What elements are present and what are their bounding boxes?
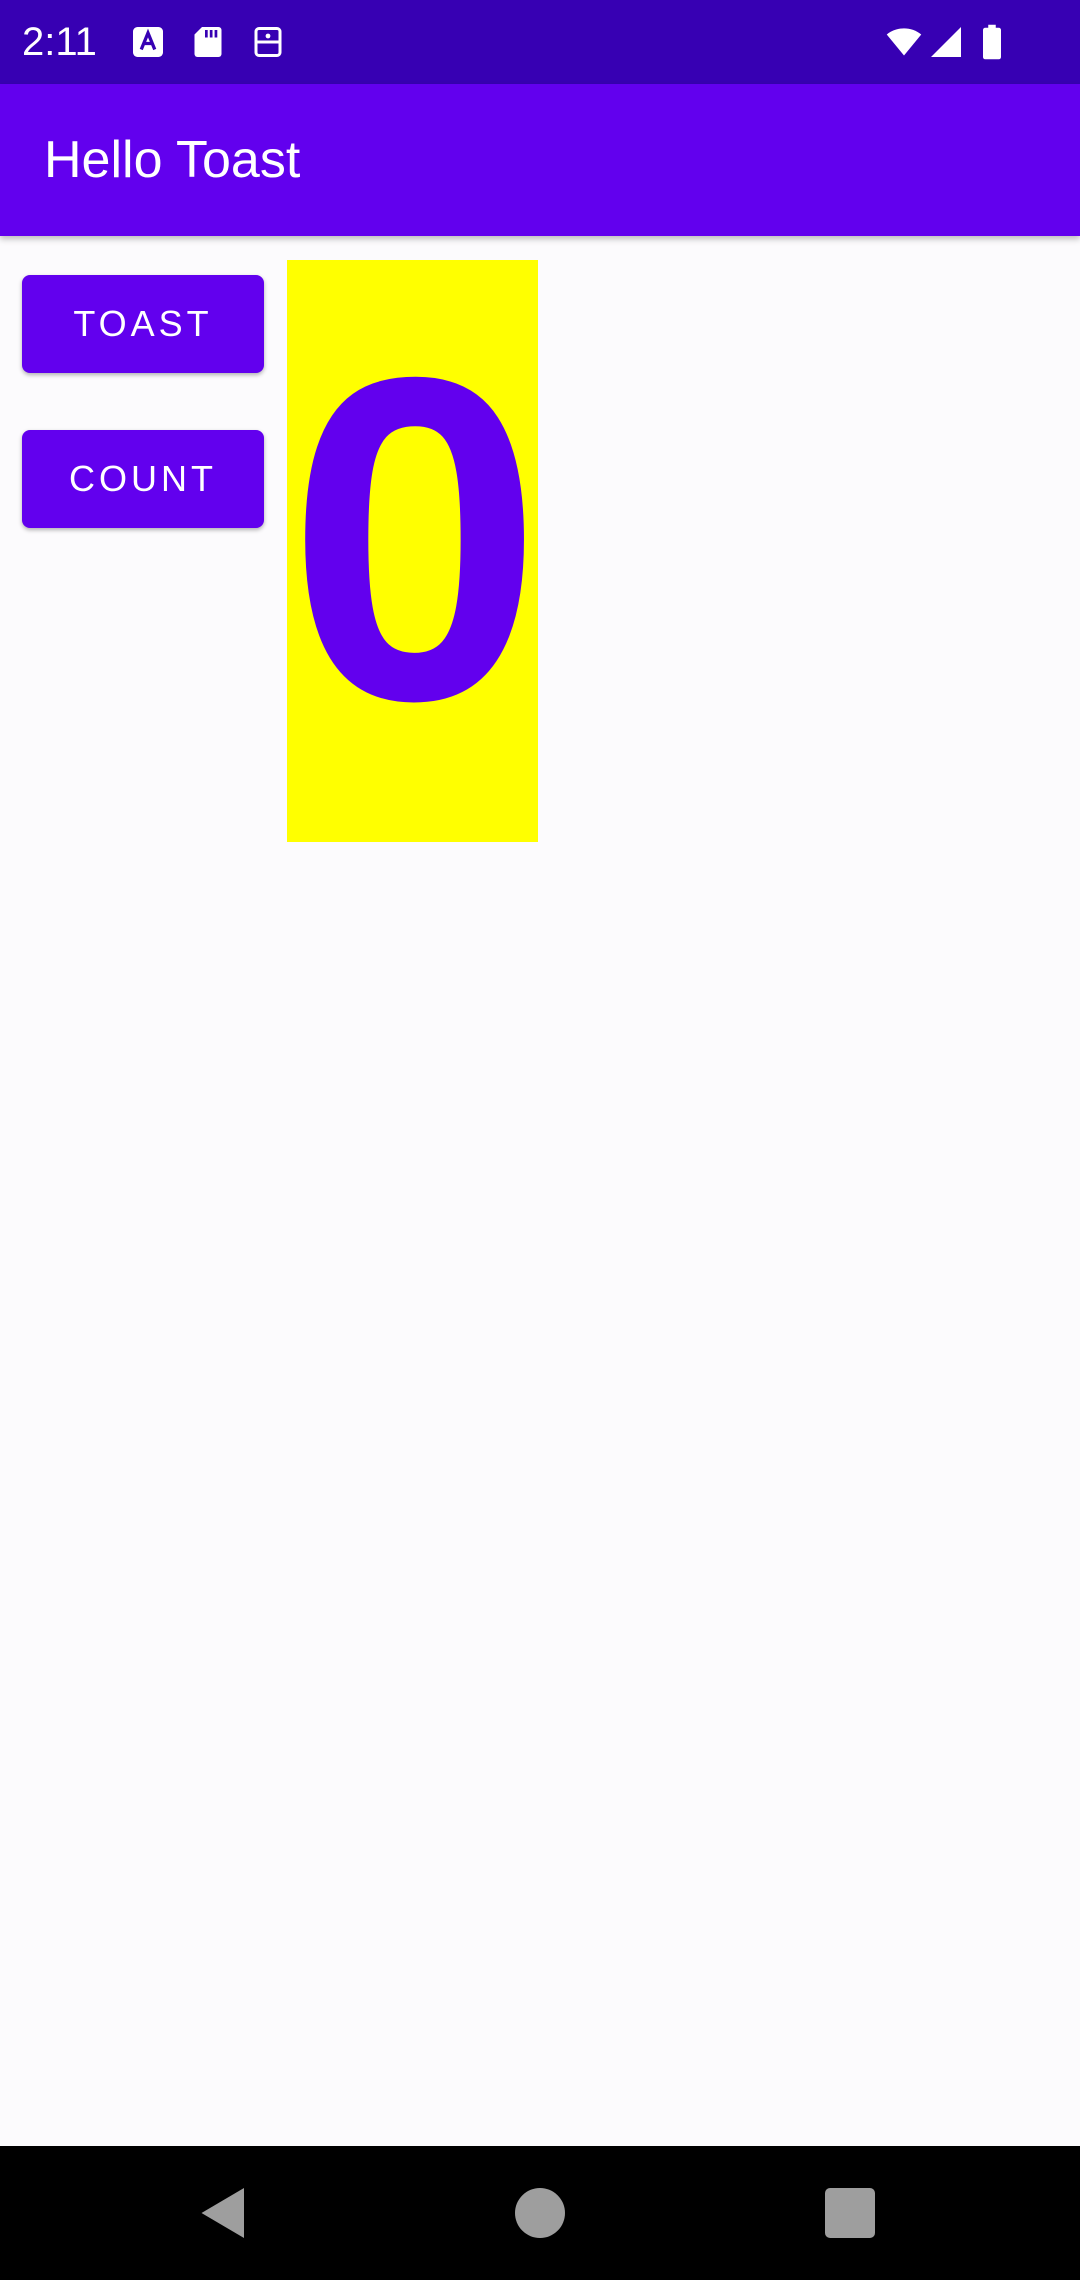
font-a-icon: [130, 24, 166, 60]
battery-icon: [978, 24, 1006, 60]
app-bar: Hello Toast: [0, 84, 1080, 236]
count-value: 0: [287, 283, 543, 796]
cellular-signal-icon: [928, 24, 964, 60]
sd-card-icon: [190, 24, 226, 60]
toast-button[interactable]: TOAST: [22, 275, 264, 373]
wifi-icon: [884, 24, 924, 60]
count-button[interactable]: COUNT: [22, 430, 264, 528]
navigation-bar: [0, 2146, 1080, 2280]
app-title: Hello Toast: [44, 131, 301, 189]
back-icon[interactable]: [194, 2183, 254, 2243]
recents-icon[interactable]: [820, 2183, 880, 2243]
cast-icon: [250, 24, 286, 60]
status-time: 2:11: [22, 20, 97, 64]
home-icon[interactable]: [510, 2183, 570, 2243]
status-bar: 2:11: [0, 0, 1080, 84]
count-display: 0: [287, 260, 543, 842]
